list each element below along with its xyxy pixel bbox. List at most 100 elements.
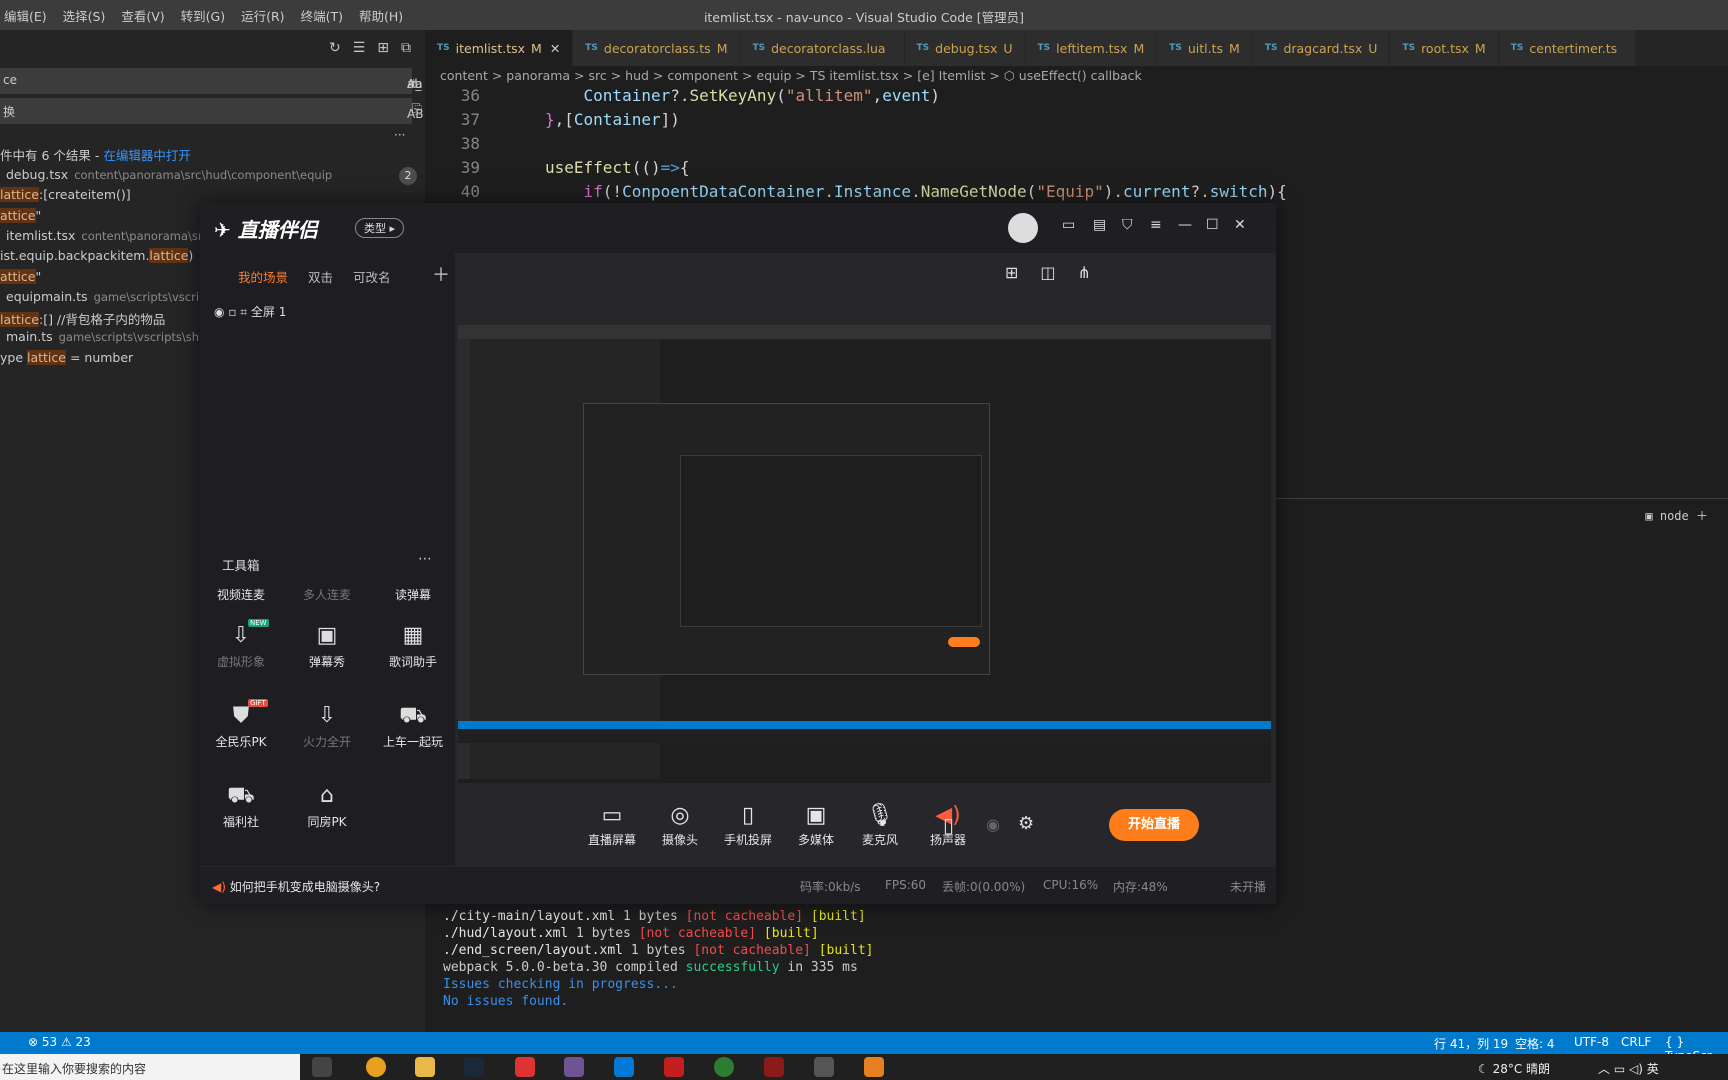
start-stream-button[interactable]: 开始直播 <box>1109 809 1199 841</box>
result-file[interactable]: itemlist.tsx content\panorama\src\h <box>6 228 220 243</box>
regex-icon[interactable]: .* <box>407 77 417 91</box>
result-match[interactable]: lattice:[createitem()] <box>0 187 131 203</box>
chrome-icon[interactable] <box>366 1057 386 1077</box>
tray-icons[interactable]: ︿ ▭ ◁) 英 <box>1598 1060 1659 1077</box>
result-match[interactable]: attice" <box>0 207 41 223</box>
replace-input[interactable]: 换 AB <box>0 98 423 124</box>
terminal-tab[interactable]: ▣ node ＋ <box>1645 507 1708 524</box>
stream-preview[interactable] <box>458 325 1271 783</box>
editor-tab[interactable]: TS decoratorclass.lua <box>740 30 905 66</box>
window-icon[interactable] <box>814 1057 834 1077</box>
screen-icon[interactable]: ▭ <box>1062 217 1075 233</box>
breadcrumb[interactable]: content > panorama > src > hud > compone… <box>440 68 1142 83</box>
result-match[interactable]: lattice:[] //背包格子内的物品 <box>0 309 165 328</box>
dota-icon[interactable] <box>764 1057 784 1077</box>
tip[interactable]: ◀) 如何把手机变成电脑摄像头? <box>212 878 380 895</box>
netease-music-icon[interactable] <box>515 1057 535 1077</box>
add-scene-icon[interactable]: ＋ <box>432 261 450 287</box>
lock-icon[interactable]: ▫ <box>228 305 236 319</box>
search-input[interactable]: ce Aa ab̲ .* <box>0 68 423 94</box>
code-line[interactable]: Container?.SetKeyAny("allitem",event) <box>545 86 940 105</box>
result-match[interactable]: attice" <box>0 268 41 284</box>
tool-item[interactable]: ⛟ 福利社 <box>206 783 276 830</box>
code-line[interactable]: },[Container]) <box>545 110 680 129</box>
tool-item[interactable]: ⌂ 同房PK <box>292 783 362 830</box>
result-file[interactable]: equipmain.ts game\scripts\vscripts\ <box>6 289 221 304</box>
maximize-icon[interactable]: ☐ <box>1206 217 1219 233</box>
close-icon[interactable]: ✕ <box>1234 217 1246 233</box>
minimize-icon[interactable]: — <box>1178 217 1192 233</box>
layout-icon[interactable]: ◫ <box>1040 263 1055 282</box>
taskbar-search[interactable]: 在这里输入你要搜索的内容 <box>0 1054 300 1080</box>
refresh-icon[interactable]: ↻ <box>329 40 341 56</box>
terminal-line: ./hud/layout.xml 1 bytes [not cacheable]… <box>443 926 819 941</box>
file-explorer-icon[interactable] <box>415 1057 435 1077</box>
editor-tab[interactable]: TS dragcard.tsx U <box>1252 30 1391 66</box>
tool-item[interactable]: 多人连麦 <box>292 586 362 603</box>
app-icon[interactable] <box>714 1057 734 1077</box>
scene-item[interactable]: ◉ ▫ ⌗ 全屏 1 <box>214 303 286 320</box>
clear-results-icon[interactable]: ☰ <box>353 40 366 56</box>
close-tab-icon[interactable]: ✕ <box>550 41 560 56</box>
result-match[interactable]: ype lattice = number <box>0 349 133 365</box>
source-button[interactable]: ▭ 直播屏幕 <box>577 803 647 848</box>
indentation[interactable]: 空格: 4 <box>1515 1035 1555 1052</box>
code-line[interactable]: useEffect(()=>{ <box>545 158 690 177</box>
source-button[interactable]: ▣ 多媒体 <box>781 803 851 848</box>
tab-double-click[interactable]: 双击 <box>308 267 333 286</box>
github-desktop-icon[interactable] <box>564 1057 584 1077</box>
youdao-icon[interactable] <box>664 1057 684 1077</box>
task-view-icon[interactable] <box>312 1057 332 1077</box>
editor-tab[interactable]: TS centertimer.ts <box>1498 30 1637 66</box>
tool-item[interactable]: ⛟ 上车一起玩 <box>378 703 448 750</box>
line-ending[interactable]: CRLF <box>1621 1035 1651 1049</box>
result-file[interactable]: debug.tsx content\panorama\src\hud\compon… <box>6 167 417 185</box>
phone-icon[interactable]: ▯ <box>943 813 954 837</box>
tab-my-scene[interactable]: 我的场景 <box>238 267 288 286</box>
result-file[interactable]: main.ts game\scripts\vscripts\shiphc <box>6 329 223 344</box>
open-in-editor-link[interactable]: 在编辑器中打开 <box>103 148 191 163</box>
source-button[interactable]: 🎙 麦克风 <box>845 803 915 848</box>
code-line[interactable]: if(!ConpoentDataContainer.Instance.NameG… <box>545 182 1287 201</box>
editor-tab[interactable]: TS uitl.ts M <box>1157 30 1253 66</box>
weather[interactable]: ☾ 28°C 晴朗 <box>1478 1060 1550 1077</box>
editor-tab[interactable]: TS leftitem.tsx M <box>1025 30 1158 66</box>
tool-item[interactable]: ⇩ 火力全开 <box>292 703 362 750</box>
tablet-icon[interactable]: ▤ <box>1093 217 1106 233</box>
tool-item[interactable]: ▣ 弹幕秀 <box>292 623 362 670</box>
source-button[interactable]: ◎ 摄像头 <box>645 803 715 848</box>
problems-count[interactable]: ⊗ 53 ⚠ 23 <box>28 1035 91 1049</box>
share-icon[interactable]: ⋔ <box>1078 263 1091 282</box>
settings-icon[interactable]: ⚙ <box>1018 813 1034 834</box>
menu-icon[interactable]: ≡ <box>1150 217 1162 233</box>
replace-all-icon[interactable]: ⎘ <box>412 102 422 117</box>
editor-tab[interactable]: TS debug.tsx U <box>904 30 1026 66</box>
editor-tab[interactable]: TS itemlist.tsx M ✕ <box>425 30 574 66</box>
eye-icon[interactable]: ◉ <box>214 305 224 319</box>
toolbox-more-icon[interactable]: ⋯ <box>418 551 432 567</box>
result-match[interactable]: ist.equip.backpackitem.lattice) <box>0 248 193 264</box>
live-companion-icon[interactable] <box>864 1057 884 1077</box>
tab-rename[interactable]: 可改名 <box>353 267 391 286</box>
tool-item[interactable]: 读弹幕 <box>378 586 448 603</box>
shirt-icon[interactable]: ⛉ <box>1122 217 1133 233</box>
editor-tab[interactable]: TS decoratorclass.ts M <box>573 30 741 66</box>
encoding[interactable]: UTF-8 <box>1574 1035 1609 1049</box>
source-button[interactable]: ▯ 手机投屏 <box>713 803 783 848</box>
avatar[interactable] <box>1008 213 1038 243</box>
steam-icon[interactable] <box>464 1057 484 1077</box>
cursor-position[interactable]: 行 41，列 19 <box>1434 1035 1508 1052</box>
tool-item[interactable]: ▦ 歌词助手 <box>378 623 448 670</box>
type-button[interactable]: 类型 ▸ <box>355 218 405 238</box>
tool-item[interactable]: ⇩ 虚拟形象 NEW <box>206 619 276 670</box>
eye-toggle-icon[interactable]: ◉ <box>986 815 1000 834</box>
vscode-icon[interactable] <box>614 1057 634 1077</box>
more-options-icon[interactable]: ··· <box>394 128 405 142</box>
tool-item[interactable]: 视频连麦 <box>206 586 276 603</box>
editor-tab[interactable]: TS root.tsx M <box>1390 30 1499 66</box>
tool-item[interactable]: ⛊ 全民乐PK GIFT <box>206 699 276 750</box>
stat-dropped: 丢帧:0(0.00%) <box>942 880 1026 894</box>
new-search-editor-icon[interactable]: ⊞ <box>377 40 389 56</box>
gift-icon[interactable]: ⊞ <box>1005 263 1018 282</box>
collapse-all-icon[interactable]: ⧉ <box>401 40 411 56</box>
